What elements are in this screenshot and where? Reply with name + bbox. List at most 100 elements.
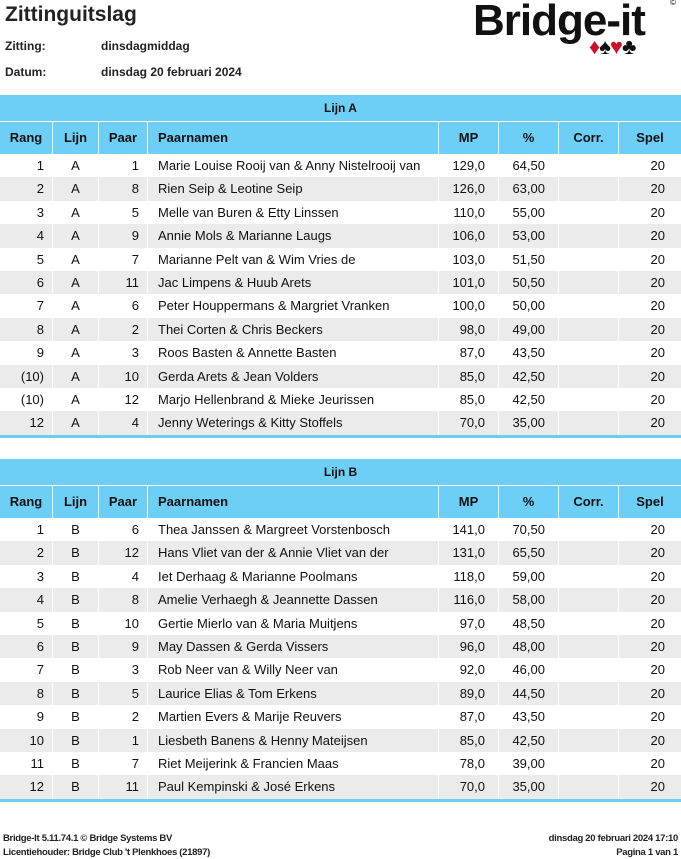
cell-percent: 49,00 [499, 317, 559, 342]
cell-mp: 118,0 [439, 564, 499, 589]
table-row: (10) A 12 Marjo Hellenbrand & Mieke Jeuriss… [0, 387, 681, 412]
cell-percent: 42,50 [499, 387, 559, 412]
column-header-row: Rang Lijn Paar Paarnamen MP% Corr. Spel [0, 486, 681, 518]
table-row: 9 A 3 Roos Basten & Annette Basten 87,0 43,50… [0, 341, 681, 365]
cell-spel: 20 [650, 204, 665, 220]
cell-lijn: B [53, 681, 99, 706]
cell-paarnamen: Marjo Hellenbrand & Mieke Jeurissen [148, 387, 439, 412]
cell-rang: 4 [0, 588, 53, 612]
cell-rang: 1 [0, 154, 53, 178]
cell-spel: 20 [650, 592, 665, 608]
page-title: Zittinguitslag [5, 3, 137, 26]
cell-rang: 12 [0, 411, 53, 435]
cell-paar: 2 [99, 317, 148, 342]
cell-paar: 6 [99, 294, 148, 318]
column-header-paarnamen: Paarnamen [148, 122, 439, 154]
cell-paar: 9 [99, 634, 148, 659]
cell-corr [559, 154, 619, 178]
column-header-mp: MP [439, 122, 499, 154]
column-header-paarnamen: Paarnamen [148, 486, 439, 518]
cell-paar: 4 [99, 564, 148, 589]
cell-spel: 20 [650, 568, 665, 584]
section-divider [0, 798, 681, 802]
cell-paarnamen: Roos Basten & Annette Basten [148, 341, 439, 365]
footer-license: Licentiehouder: Bridge Club 't Plenkhoes… [3, 847, 210, 858]
cell-paarnamen: Amelie Verhaegh & Jeannette Dassen [148, 588, 439, 612]
table-row: 8 A 2 Thei Corten & Chris Beckers 98,0 49,00 2… [0, 317, 681, 342]
cell-mp: 85,0 [439, 728, 499, 752]
cell-lijn: A [53, 247, 99, 271]
cell-paar: 9 [99, 224, 148, 248]
cell-spel: 20 [650, 732, 665, 748]
cell-rang: 7 [0, 658, 53, 682]
cell-corr [559, 270, 619, 295]
table-row: 1 A 1 Marie Louise Rooij van & Anny Nistelr… [0, 154, 681, 178]
cell-rang: 8 [0, 317, 53, 342]
cell-lijn: A [53, 387, 99, 412]
cell-corr [559, 341, 619, 365]
cell-corr [559, 681, 619, 706]
cell-paar: 12 [99, 387, 148, 412]
cell-mp: 131,0 [439, 541, 499, 565]
section-divider [0, 434, 681, 438]
cell-paar: 11 [99, 775, 148, 799]
cell-paar: 1 [99, 728, 148, 752]
cell-percent: 44,50 [499, 681, 559, 706]
cell-lijn: A [53, 364, 99, 388]
cell-corr [559, 177, 619, 201]
table-row: 12 B 11 Paul Kempinski & José Erkens 70,0 35,… [0, 775, 681, 799]
cell-spel: 20 [650, 415, 665, 431]
cell-percent: 43,50 [499, 705, 559, 729]
cell-rang: 5 [0, 247, 53, 271]
zitting-value: dinsdagmiddag [101, 39, 190, 53]
cell-percent: 39,00 [499, 751, 559, 776]
cell-spel: 20 [650, 274, 665, 290]
cell-paarnamen: May Dassen & Gerda Vissers [148, 634, 439, 659]
table-row: 7 A 6 Peter Houppermans & Margriet Vranken 1… [0, 294, 681, 318]
cell-lijn: A [53, 224, 99, 248]
cell-rang: 7 [0, 294, 53, 318]
cell-paarnamen: Thea Janssen & Margreet Vorstenbosch [148, 518, 439, 542]
cell-mp: 87,0 [439, 341, 499, 365]
datum-label: Datum: [5, 65, 47, 79]
cell-mp: 106,0 [439, 224, 499, 248]
cell-paar: 6 [99, 518, 148, 542]
section-lijn-b: Lijn B Rang Lijn Paar Paarnamen MP% Corr. Spel 1… [0, 459, 681, 802]
cell-lijn: A [53, 177, 99, 201]
card-suits-icon: ♦♠♥♣ [589, 34, 636, 59]
section-title: Lijn B [0, 459, 681, 486]
cell-spel: 20 [650, 779, 665, 795]
table-row: 8 B 5 Laurice Elias & Tom Erkens 89,0 44,50 20 [0, 681, 681, 706]
cell-paarnamen: Iet Derhaag & Marianne Poolmans [148, 564, 439, 589]
cell-rang: 2 [0, 541, 53, 565]
cell-spel: 20 [650, 251, 665, 267]
cell-rang: 6 [0, 270, 53, 295]
cell-rang: 11 [0, 751, 53, 776]
table-row: 9 B 2 Martien Evers & Marije Reuvers 87,0 43,… [0, 705, 681, 729]
cell-mp: 89,0 [439, 681, 499, 706]
cell-corr [559, 611, 619, 635]
cell-mp: 129,0 [439, 154, 499, 178]
cell-spel: 20 [650, 321, 665, 337]
cell-spel: 20 [650, 545, 665, 561]
datum-value: dinsdag 20 februari 2024 [101, 65, 242, 79]
table-row: 12 A 4 Jenny Weterings & Kitty Stoffels 70,0… [0, 411, 681, 435]
cell-mp: 85,0 [439, 364, 499, 388]
cell-paar: 5 [99, 681, 148, 706]
cell-rang: 3 [0, 200, 53, 225]
cell-percent: 50,50 [499, 270, 559, 295]
cell-spel: 20 [650, 228, 665, 244]
cell-paar: 1 [99, 154, 148, 178]
column-header-corr: Corr. [559, 486, 619, 518]
cell-mp: 87,0 [439, 705, 499, 729]
cell-corr [559, 634, 619, 659]
column-header-lijn: Lijn [53, 122, 99, 154]
table-row: 2 B 12 Hans Vliet van der & Annie Vliet van… [0, 541, 681, 565]
table-row: 11 B 7 Riet Meijerink & Francien Maas 78,0 39… [0, 751, 681, 776]
cell-mp: 85,0 [439, 387, 499, 412]
cell-mp: 70,0 [439, 411, 499, 435]
cell-percent: 48,50 [499, 611, 559, 635]
cell-lijn: B [53, 728, 99, 752]
zitting-label: Zitting: [5, 39, 46, 53]
cell-spel: 20 [650, 522, 665, 537]
